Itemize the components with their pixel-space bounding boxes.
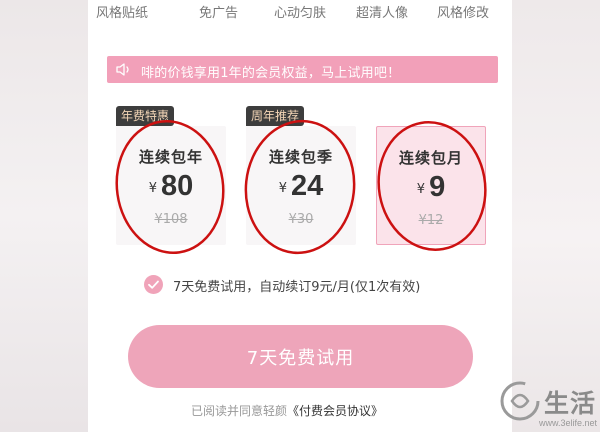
plan-card-quarterly[interactable]: 周年推荐 连续包季 ¥24 ¥30 [246, 106, 356, 245]
plan-card-monthly[interactable]: 连续包月 ¥9 ¥12 [376, 126, 486, 245]
trial-option[interactable]: 7天免费试用，自动续订9元/月(仅1次有效) [144, 275, 484, 295]
plan-name: 连续包年 [138, 148, 203, 166]
plan-amount: 9 [429, 171, 446, 203]
background-left [0, 0, 90, 432]
watermark-text: 生活 [544, 389, 597, 418]
plan-price: ¥80 [116, 170, 226, 203]
promo-notice-bar[interactable]: 啡的价钱享用1年的会员权益，马上试用吧！ [107, 56, 498, 83]
watermark-logo-icon [500, 381, 540, 421]
feature-item: 超清人像 [356, 6, 409, 21]
plan-price: ¥9 [377, 171, 485, 204]
feature-item: 风格修改 [437, 6, 490, 21]
plan-amount: 80 [161, 170, 194, 202]
agreement-link[interactable]: 《付费会员协议》 [287, 404, 383, 418]
check-icon [148, 280, 159, 289]
plan-badge: 周年推荐 [246, 106, 305, 126]
plan-original-price: ¥30 [288, 212, 314, 227]
background-right [512, 0, 600, 432]
plan-card-yearly[interactable]: 年费特惠 连续包年 ¥80 ¥108 [116, 106, 226, 245]
free-trial-button[interactable]: 7天免费试用 [128, 325, 473, 388]
plan-currency: ¥ [148, 181, 157, 196]
plan-original-price: ¥108 [154, 212, 188, 227]
plan-name: 连续包月 [398, 149, 463, 167]
agreement-line: 已阅读并同意轻颜《付费会员协议》 [191, 402, 383, 419]
plan-price: ¥24 [246, 170, 356, 203]
feature-item: 风格贴纸 [96, 6, 149, 21]
plan-amount: 24 [291, 170, 324, 202]
promo-notice-text: 啡的价钱享用1年的会员权益，马上试用吧！ [141, 66, 401, 81]
checkbox-checked[interactable] [144, 275, 163, 294]
site-watermark: 生活 www.3elife.net [498, 379, 600, 432]
watermark-url: www.3elife.net [539, 418, 598, 428]
feature-list: 风格贴纸 免广告 心动匀肤 超清人像 风格修改 [96, 2, 506, 22]
trial-terms-text: 7天免费试用，自动续订9元/月(仅1次有效) [173, 280, 421, 295]
plan-badge: 年费特惠 [116, 106, 175, 126]
speaker-icon [116, 63, 129, 76]
agreement-prefix: 已阅读并同意轻颜 [191, 404, 288, 418]
plan-currency: ¥ [416, 182, 426, 197]
feature-item: 免广告 [199, 6, 239, 21]
plan-name: 连续包季 [268, 148, 333, 166]
plan-currency: ¥ [278, 181, 287, 196]
feature-item: 心动匀肤 [274, 6, 327, 21]
plan-original-price: ¥12 [418, 213, 444, 228]
